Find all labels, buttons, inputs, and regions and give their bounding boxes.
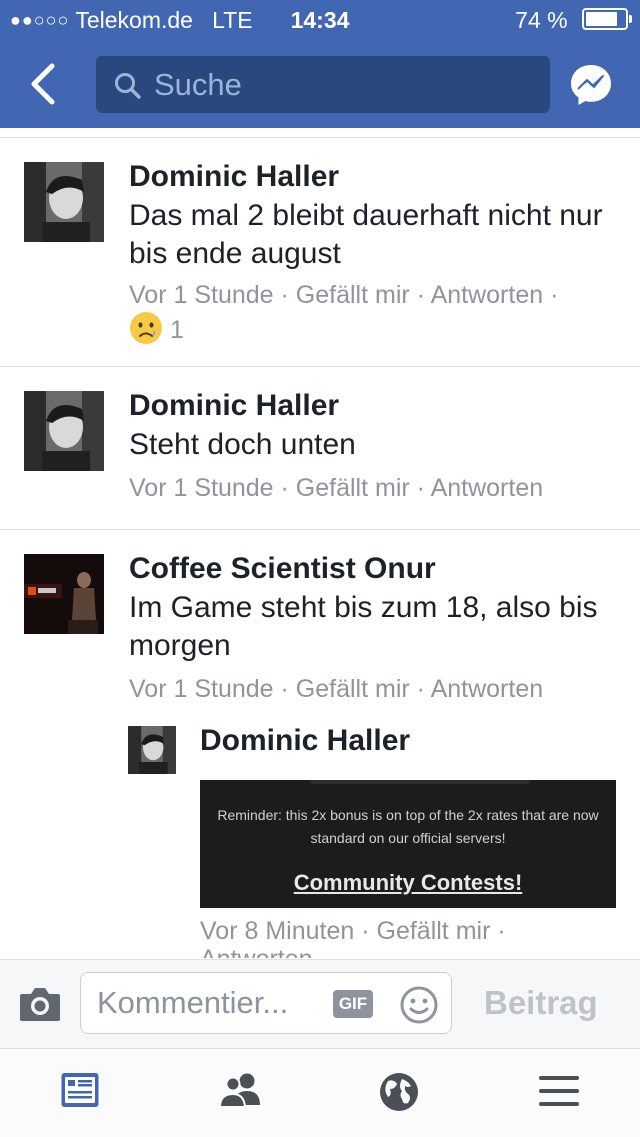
reply-link[interactable]: Antworten — [431, 675, 544, 703]
tab-bar — [0, 1048, 640, 1137]
divider — [0, 137, 640, 138]
profile-photo-dominic — [24, 391, 104, 471]
profile-photo-dominic — [128, 726, 176, 774]
comment-placeholder: Kommentier... — [97, 985, 289, 1020]
camera-icon — [20, 988, 60, 1021]
comment-text: Steht doch unten — [129, 428, 356, 461]
comment-text: Das mal 2 bleibt dauerhaft nicht nur bis… — [129, 199, 603, 270]
avatar[interactable] — [24, 162, 104, 242]
reply-link[interactable]: Antworten — [200, 945, 313, 958]
meta-separator: · — [280, 675, 289, 703]
reply-image-attachment[interactable]: Reminder: this 2x bonus is on top of the… — [200, 780, 616, 908]
smiley-icon — [400, 986, 438, 1024]
sad-emoji-icon — [130, 312, 162, 344]
search-icon — [115, 73, 141, 99]
meta-separator: · — [361, 917, 370, 945]
profile-photo-dominic — [24, 162, 104, 242]
comment-timestamp[interactable]: Vor 1 Stunde — [129, 281, 274, 309]
post-button[interactable]: Beitrag — [484, 984, 598, 1022]
image-reminder-text: Reminder: this 2x bonus is on top of the… — [217, 807, 599, 846]
friends-icon — [218, 1073, 260, 1108]
image-heading: Community Contests! — [293, 870, 523, 895]
battery-percent: 74 % — [515, 7, 568, 33]
top-bar: ●●○○○ Telekom.de LTE 14:34 74 % Suche — [0, 0, 640, 128]
reply-link[interactable]: Antworten — [431, 281, 544, 309]
comment-input[interactable]: Kommentier... GIF — [80, 972, 452, 1034]
like-link[interactable]: Gefällt mir — [377, 917, 491, 945]
globe-icon — [380, 1073, 418, 1111]
comment-author[interactable]: Coffee Scientist Onur — [129, 552, 436, 586]
reply-author[interactable]: Dominic Haller — [200, 724, 410, 758]
news-feed-icon — [61, 1073, 99, 1107]
reply-meta-overflow: Antworten — [200, 945, 313, 958]
messenger-icon — [571, 65, 611, 105]
tab-menu[interactable] — [538, 1071, 582, 1115]
comment-meta: Vor 1 Stunde · Gefällt mir · Antworten · — [129, 281, 558, 310]
like-link[interactable]: Gefällt mir — [296, 474, 410, 502]
meta-separator: · — [416, 675, 425, 703]
comment-composer: Kommentier... GIF Beitrag — [0, 959, 640, 1048]
reply-link[interactable]: Antworten — [431, 474, 544, 502]
meta-separator: · — [497, 917, 506, 945]
meta-separator: · — [416, 281, 425, 309]
comment-author[interactable]: Dominic Haller — [129, 389, 339, 423]
avatar[interactable] — [24, 391, 104, 471]
comment-meta: Vor 1 Stunde · Gefällt mir · Antworten — [129, 474, 543, 503]
like-link[interactable]: Gefällt mir — [296, 675, 410, 703]
profile-photo-onur — [24, 554, 104, 634]
status-right: 74 % — [515, 7, 632, 34]
cropped-text-line — [310, 780, 530, 784]
battery-fill — [586, 12, 618, 26]
menu-icon — [539, 1076, 579, 1106]
status-bar: ●●○○○ Telekom.de LTE 14:34 74 % — [0, 0, 640, 40]
chevron-left-icon — [31, 63, 55, 105]
meta-separator: · — [280, 474, 289, 502]
comment-timestamp[interactable]: Vor 1 Stunde — [129, 675, 274, 703]
reply-meta: Vor 8 Minuten · Gefällt mir · — [200, 917, 506, 946]
comment-meta: Vor 1 Stunde · Gefällt mir · Antworten — [129, 675, 543, 704]
meta-separator: · — [280, 281, 289, 309]
sticker-button[interactable] — [399, 985, 439, 1025]
battery-icon — [582, 8, 632, 30]
tab-news-feed[interactable] — [60, 1071, 104, 1115]
tab-notifications[interactable] — [378, 1071, 422, 1115]
divider — [0, 529, 640, 530]
reaction-summary[interactable]: 1 — [129, 311, 184, 345]
divider — [0, 366, 640, 367]
comment-author[interactable]: Dominic Haller — [129, 160, 339, 194]
meta-separator: · — [416, 474, 425, 502]
messenger-button[interactable] — [568, 62, 614, 108]
like-link[interactable]: Gefällt mir — [296, 281, 410, 309]
search-placeholder: Suche — [154, 67, 242, 102]
comment-text: Im Game steht bis zum 18, also bis morge… — [129, 591, 598, 662]
search-input[interactable]: Suche — [96, 56, 550, 113]
camera-button[interactable] — [18, 984, 62, 1024]
meta-separator: · — [550, 281, 559, 309]
avatar[interactable] — [24, 554, 104, 634]
gif-button[interactable]: GIF — [333, 990, 373, 1018]
tab-friends[interactable] — [218, 1071, 262, 1115]
avatar[interactable] — [128, 726, 176, 774]
comment-timestamp[interactable]: Vor 1 Stunde — [129, 474, 274, 502]
reply-timestamp[interactable]: Vor 8 Minuten — [200, 917, 354, 945]
back-button[interactable] — [28, 62, 68, 106]
reaction-count: 1 — [169, 316, 184, 344]
